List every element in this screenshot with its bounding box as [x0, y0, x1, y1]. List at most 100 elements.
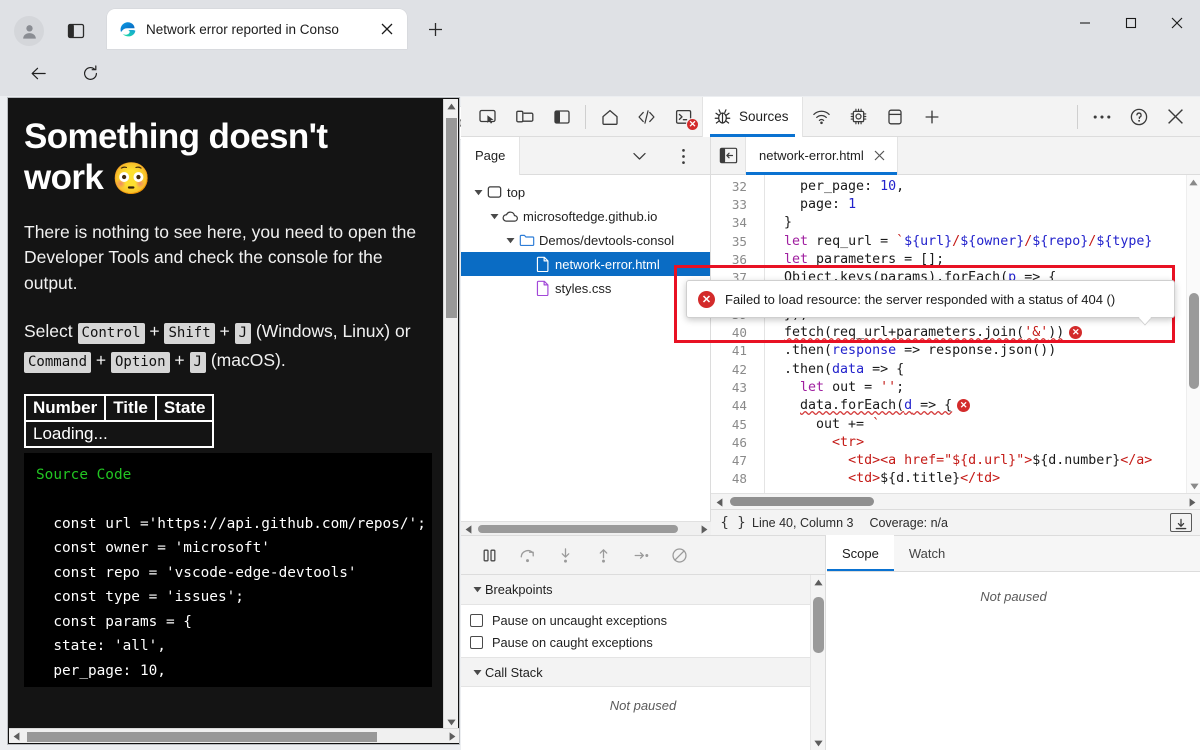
elements-icon[interactable] [628, 99, 665, 135]
navigator-hscroll-thumb[interactable] [478, 525, 678, 533]
line-number[interactable]: 45 [711, 417, 756, 432]
checkbox-pause-caught[interactable] [470, 636, 483, 649]
console-icon[interactable]: ✕ [665, 99, 702, 135]
step-out-icon[interactable] [584, 539, 622, 571]
line-number[interactable]: 41 [711, 343, 756, 358]
refresh-button[interactable] [73, 56, 107, 90]
debugger-vertical-scrollbar[interactable] [810, 575, 825, 750]
page-vertical-scrollbar[interactable] [443, 99, 458, 730]
scroll-up-arrow[interactable] [1187, 175, 1200, 189]
code-line[interactable]: 41 .then(response => response.json()) [711, 342, 1152, 360]
line-number[interactable]: 40 [711, 325, 756, 340]
line-number[interactable]: 48 [711, 471, 756, 486]
back-button[interactable] [21, 56, 55, 90]
editor-vertical-scrollbar[interactable] [1186, 175, 1200, 493]
option-pause-uncaught[interactable]: Pause on uncaught exceptions [461, 609, 825, 631]
option-pause-caught[interactable]: Pause on caught exceptions [461, 631, 825, 653]
pause-resume-icon[interactable] [470, 539, 508, 571]
tab-scope[interactable]: Scope [827, 535, 894, 571]
line-number[interactable]: 35 [711, 234, 756, 249]
device-emulation-icon[interactable] [506, 99, 543, 135]
code-line[interactable]: 48 <td>${d.title}</td> [711, 470, 1152, 488]
minimize-button[interactable] [1062, 0, 1108, 46]
code-line[interactable]: 46 <tr> [711, 433, 1152, 451]
tab-actions-button[interactable] [62, 18, 90, 44]
deactivate-breakpoints-icon[interactable] [660, 539, 698, 571]
code-viewer[interactable]: 32 per_page: 10,33 page: 134 }35 let req… [711, 175, 1200, 493]
performance-icon[interactable] [840, 99, 877, 135]
more-tabs-add-icon[interactable] [914, 99, 951, 135]
tree-node-top[interactable]: top [461, 180, 710, 204]
code-line[interactable]: 43 let out = ''; [711, 378, 1152, 396]
scroll-right-arrow[interactable] [1184, 494, 1200, 510]
line-number[interactable]: 43 [711, 380, 756, 395]
application-icon[interactable] [877, 99, 914, 135]
line-number[interactable]: 33 [711, 197, 756, 212]
dock-side-icon[interactable] [543, 99, 580, 135]
more-tools-icon[interactable] [1083, 99, 1120, 135]
code-line[interactable]: 33 page: 1 [711, 195, 1152, 213]
step-over-icon[interactable] [508, 539, 546, 571]
more-options-icon[interactable] [673, 146, 693, 166]
line-number[interactable]: 46 [711, 435, 756, 450]
code-line[interactable]: 36 let parameters = []; [711, 250, 1152, 268]
editor-horizontal-scrollbar[interactable] [711, 493, 1200, 509]
welcome-icon[interactable] [591, 99, 628, 135]
collapse-triangle-icon[interactable] [469, 669, 485, 676]
pretty-print-button[interactable]: { } [720, 513, 746, 533]
new-tab-button[interactable] [419, 13, 451, 45]
checkbox-pause-uncaught[interactable] [470, 614, 483, 627]
editor-scroll-thumb[interactable] [1189, 293, 1199, 389]
inspect-element-icon[interactable] [469, 99, 506, 135]
scroll-right-arrow[interactable] [445, 729, 460, 744]
scroll-left-arrow[interactable] [711, 494, 727, 510]
step-icon[interactable] [622, 539, 660, 571]
scroll-down-arrow[interactable] [1187, 479, 1200, 493]
scroll-left-arrow[interactable] [461, 522, 475, 536]
code-line[interactable]: 40 fetch(req_url+parameters.join('&'))✕ [711, 323, 1152, 341]
show-navigator-icon[interactable] [711, 137, 745, 175]
debugger-scroll-thumb[interactable] [813, 597, 824, 653]
scroll-down-arrow[interactable] [811, 736, 826, 750]
tree-node-network-error-html[interactable]: network-error.html [461, 252, 710, 276]
browser-tab[interactable]: Network error reported in Conso [107, 9, 407, 49]
editor-tab-network-error-html[interactable]: network-error.html [745, 137, 898, 175]
line-number[interactable]: 36 [711, 252, 756, 267]
tab-page[interactable]: Page [461, 137, 520, 175]
page-horizontal-scrollbar[interactable] [9, 728, 460, 743]
line-number[interactable]: 34 [711, 215, 756, 230]
scroll-up-arrow[interactable] [811, 575, 825, 590]
expand-triangle-icon[interactable] [487, 213, 501, 220]
tree-node-folder[interactable]: Demos/devtools-consol [461, 228, 710, 252]
tree-node-origin[interactable]: microsoftedge.github.io [461, 204, 710, 228]
page-scroll-thumb[interactable] [446, 118, 457, 318]
navigator-horizontal-scrollbar[interactable] [461, 521, 711, 535]
network-icon[interactable] [803, 99, 840, 135]
expand-triangle-icon[interactable] [471, 189, 485, 196]
code-line[interactable]: 32 per_page: 10, [711, 177, 1152, 195]
line-number[interactable]: 32 [711, 179, 756, 194]
code-line[interactable]: 45 out += ` [711, 415, 1152, 433]
code-line[interactable]: 35 let req_url = `${url}/${owner}/${repo… [711, 232, 1152, 250]
format-source-icon[interactable] [1170, 513, 1192, 532]
step-into-icon[interactable] [546, 539, 584, 571]
maximize-button[interactable] [1108, 0, 1154, 46]
scroll-right-arrow[interactable] [697, 522, 711, 536]
scroll-left-arrow[interactable] [9, 729, 24, 744]
profile-button[interactable] [13, 15, 45, 47]
code-line[interactable]: 47 <td><a href="${d.url}">${d.number}</a… [711, 451, 1152, 469]
tab-watch[interactable]: Watch [894, 535, 960, 571]
page-hscroll-thumb[interactable] [27, 732, 377, 742]
scroll-up-arrow[interactable] [444, 99, 458, 114]
close-window-button[interactable] [1154, 0, 1200, 46]
line-number[interactable]: 44 [711, 398, 756, 413]
editor-hscroll-thumb[interactable] [730, 497, 874, 506]
section-call-stack[interactable]: Call Stack [461, 657, 825, 687]
collapse-triangle-icon[interactable] [469, 586, 485, 593]
section-breakpoints[interactable]: Breakpoints [461, 575, 825, 605]
tab-close-button[interactable] [375, 17, 399, 41]
help-icon[interactable] [1120, 99, 1157, 135]
code-line[interactable]: 34 } [711, 214, 1152, 232]
code-line[interactable]: 42 .then(data => { [711, 360, 1152, 378]
tab-sources[interactable]: Sources [702, 97, 803, 137]
